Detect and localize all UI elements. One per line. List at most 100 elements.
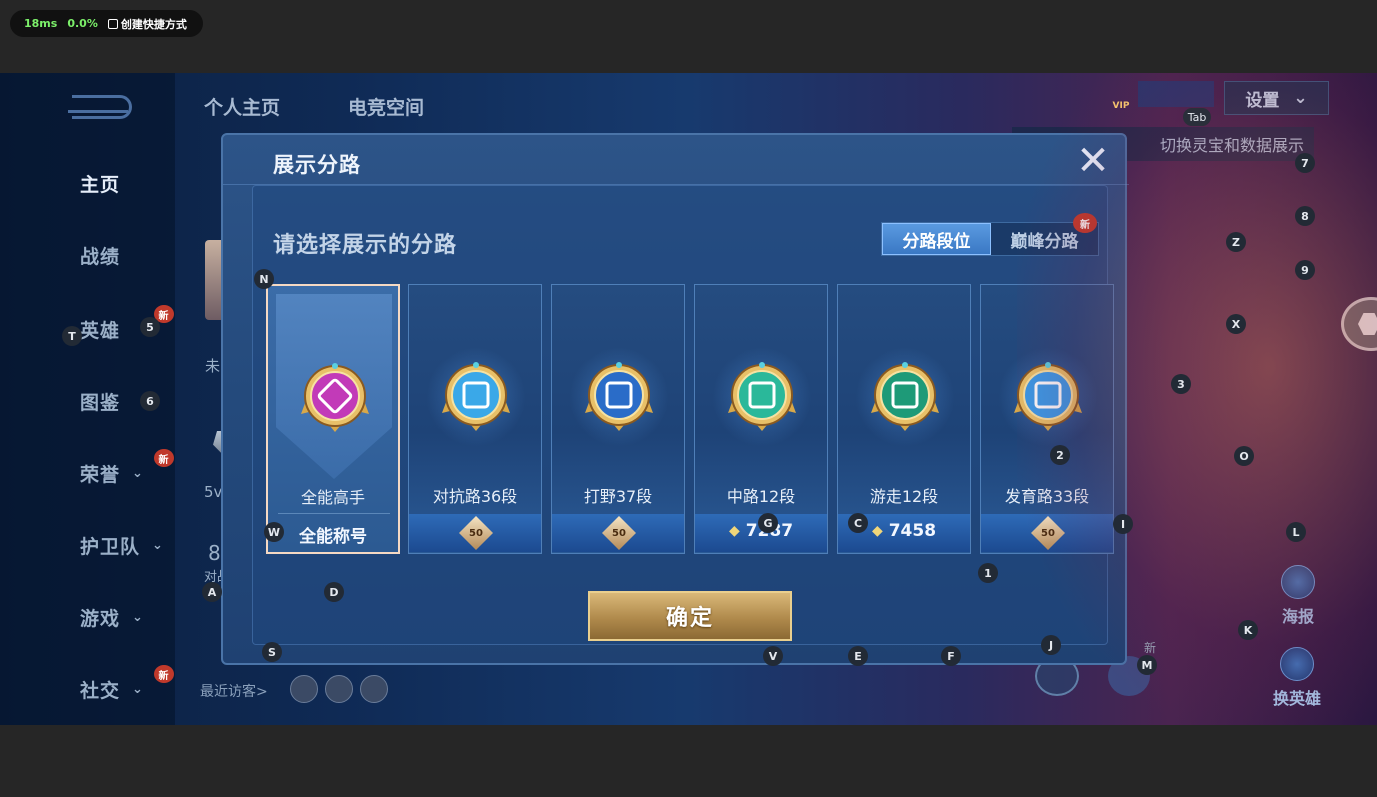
hotkey-label: 2 <box>1050 445 1070 465</box>
points-icon: ◆ <box>728 523 740 539</box>
hotkey-label: 9 <box>1295 260 1315 280</box>
sidebar-item-label: 战绩 <box>80 245 121 268</box>
lane-card[interactable]: 全能高手 全能称号 <box>266 284 400 554</box>
lane-name: 游走12段 <box>869 487 939 506</box>
chevron-down-icon: ⌄ <box>132 681 144 697</box>
points-icon: ◆ <box>871 523 883 539</box>
poster-icon <box>1281 565 1315 599</box>
visitor-avatar[interactable] <box>325 675 353 703</box>
screen: 18ms 0.0% 创建快捷方式 主页 战绩 英雄新图鉴 荣誉 ⌄ 新护卫队 ⌄ 游戏 ⌄ 社交 ⌄… <box>0 0 1377 797</box>
hotkey-label: Z <box>1226 232 1246 252</box>
hotkey-label: M <box>1137 655 1157 675</box>
sidebar-item[interactable]: 社交 ⌄ 新 <box>0 665 175 709</box>
lane-card[interactable]: 打野37段 50 <box>551 284 685 554</box>
lane-emblem-icon <box>585 362 653 431</box>
vip-tag <box>1138 81 1214 107</box>
lane-emblem-icon <box>871 362 939 431</box>
swap-hero-button[interactable]: 换英雄 <box>1273 647 1321 709</box>
new-badge: 新 <box>1144 641 1157 655</box>
chevron-down-icon: ⌄ <box>152 537 164 553</box>
new-badge: 新 <box>154 665 174 683</box>
vip-icon[interactable]: VIP <box>1106 83 1136 111</box>
sidebar-item-label: 主页 <box>80 173 121 196</box>
lane-card[interactable]: 发育路33段 50 <box>980 284 1114 554</box>
shortcut-label: 创建快捷方式 <box>120 17 187 31</box>
settings-dropdown[interactable]: 设置 ⌄ <box>1224 81 1329 115</box>
lane-name: 全能高手 <box>300 488 365 507</box>
hotkey-label: D <box>324 582 344 602</box>
level-bar <box>981 514 1113 552</box>
hotkey-label: K <box>1238 620 1258 640</box>
network-stats: 18ms 0.0% 创建快捷方式 <box>10 10 203 37</box>
confirm-button[interactable]: 确定 <box>588 591 792 641</box>
level-badge: 50 <box>1031 516 1065 550</box>
loss-value: 0.0% <box>67 17 98 30</box>
create-shortcut-button[interactable]: 创建快捷方式 <box>107 16 187 32</box>
visitor-avatar[interactable] <box>290 675 318 703</box>
swap-hero-label: 换英雄 <box>1273 689 1322 708</box>
side-knob[interactable] <box>1341 297 1377 351</box>
select-prompt: 请选择展示的分路 <box>273 233 458 258</box>
tab-personal-home[interactable]: 个人主页 <box>204 93 280 120</box>
sidebar-item[interactable]: 荣誉 ⌄ 新 <box>0 449 175 493</box>
poster-button[interactable]: 海报 <box>1281 565 1315 627</box>
lane-card[interactable]: 中路12段◆7287 <box>694 284 828 554</box>
title-label: 全能称号 <box>299 527 367 547</box>
lane-mode-toggle: 分路段位 巅峰分路 <box>881 222 1099 256</box>
visitor-avatar[interactable] <box>360 675 388 703</box>
lane-emblem-icon <box>301 363 369 432</box>
tab-lane-rank[interactable]: 分路段位 <box>882 223 991 255</box>
close-icon[interactable]: ✕ <box>1073 141 1113 181</box>
lane-name: 发育路33段 <box>1004 487 1090 506</box>
points-value: 7458 <box>888 521 937 541</box>
sidebar-item[interactable]: 游戏 ⌄ <box>0 597 175 637</box>
lane-display-dialog: 展示分路 ✕ 请选择展示的分路 分路段位 巅峰分路 新 全能高手 全能称号 对抗路3… <box>221 133 1129 665</box>
lane-name: 中路12段 <box>726 487 796 506</box>
hotkey-label: J <box>1041 635 1061 655</box>
sidebar-item[interactable]: 主页 <box>0 163 175 203</box>
new-badge: 新 <box>154 449 174 467</box>
up-arrow-icon[interactable] <box>1035 656 1079 696</box>
lane-name: 打野37段 <box>583 487 653 506</box>
hotkey-label: 6 <box>140 391 160 411</box>
hotkey-label: V <box>763 646 783 666</box>
hotkey-label: 3 <box>1171 374 1191 394</box>
hotkey-label: W <box>264 522 284 542</box>
hotkey-label: L <box>1286 522 1306 542</box>
shortcut-icon <box>107 18 118 29</box>
sidebar-item[interactable]: 战绩 <box>0 235 175 275</box>
hotkey-label: O <box>1234 446 1254 466</box>
chevron-down-icon: ⌄ <box>132 465 144 481</box>
tab-peak-lane[interactable]: 巅峰分路 <box>991 223 1098 255</box>
sidebar-item-label: 英雄 <box>80 319 121 342</box>
sidebar-item-label: 护卫队 <box>80 535 141 558</box>
toggle-hint: 切换灵宝和数据展示 <box>1012 127 1314 161</box>
lane-name: 对抗路36段 <box>432 487 518 506</box>
hexagon-icon <box>1358 313 1377 335</box>
sidebar-item[interactable]: 护卫队 ⌄ <box>0 525 175 565</box>
new-badge: 新 <box>1073 213 1097 233</box>
game-viewport: 主页 战绩 英雄新图鉴 荣誉 ⌄ 新护卫队 ⌄ 游戏 ⌄ 社交 ⌄ 新 个人主页 电竞空间 VIP 设… <box>0 73 1377 725</box>
hotkey-label: A <box>202 582 222 602</box>
lane-emblem-icon <box>442 362 510 431</box>
hotkey-label: E <box>848 646 868 666</box>
hotkey-label: 7 <box>1295 153 1315 173</box>
hotkey-label: I <box>1113 514 1133 534</box>
hotkey-label: C <box>848 513 868 533</box>
sidebar-item-label: 游戏 <box>80 607 121 630</box>
lane-emblem-icon <box>728 362 796 431</box>
settings-label: 设置 <box>1245 90 1280 111</box>
hotkey-label: S <box>262 642 282 662</box>
hotkey-label: 8 <box>1295 206 1315 226</box>
back-arrow-icon[interactable] <box>68 95 132 119</box>
sidebar-item-label: 荣誉 <box>80 463 121 486</box>
lane-emblem-icon <box>1014 362 1082 431</box>
chevron-down-icon: ⌄ <box>132 609 144 625</box>
hotkey-label: G <box>758 513 778 533</box>
poster-label: 海报 <box>1281 607 1314 626</box>
recent-visitors-link[interactable]: 最近访客> <box>200 681 268 701</box>
tab-esports-space[interactable]: 电竞空间 <box>348 93 424 120</box>
lane-card[interactable]: 对抗路36段 50 <box>408 284 542 554</box>
chevron-down-icon: ⌄ <box>1293 88 1308 108</box>
hotkey-label: 1 <box>978 563 998 583</box>
